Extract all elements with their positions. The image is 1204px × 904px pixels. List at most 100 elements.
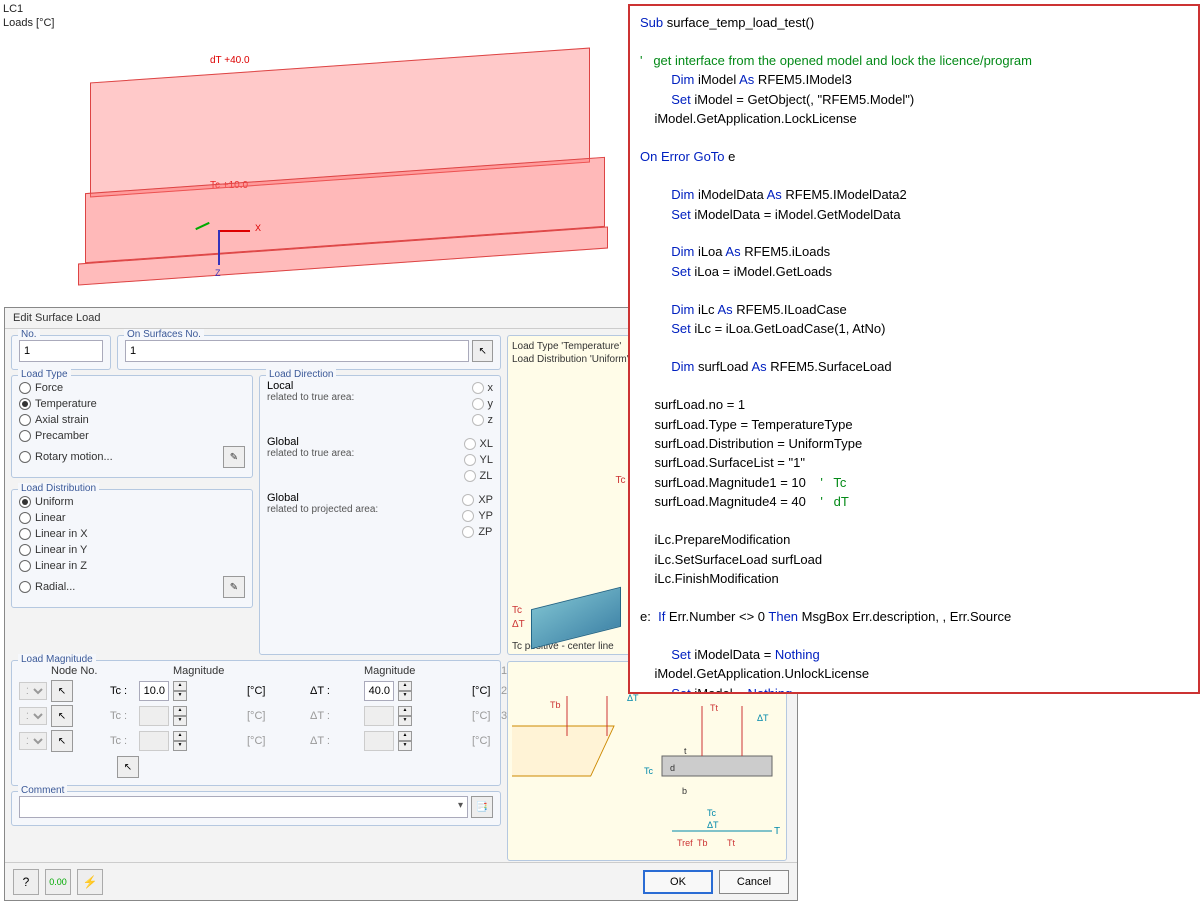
node1-dropdown[interactable]: 1 <box>19 682 47 700</box>
units-button[interactable]: 0.00 <box>45 869 71 895</box>
magnitude-header-2: Magnitude <box>364 665 497 677</box>
svg-text:ΔT: ΔT <box>757 713 769 723</box>
no-fieldset: No. <box>11 335 111 370</box>
tc-spinner-1[interactable]: ▲▼ <box>173 681 187 701</box>
ld-global-true-sublabel: related to true area: <box>267 448 354 459</box>
ld-global-xp[interactable]: XP <box>462 492 493 508</box>
tc-label-2: Tc : <box>110 710 135 722</box>
magnitude-pick-button[interactable]: ↖ <box>117 756 139 778</box>
ld-local-label: Local <box>267 380 354 392</box>
on-surfaces-legend: On Surfaces No. <box>124 329 204 340</box>
load-dist-linear-y[interactable]: Linear in Y <box>19 542 245 558</box>
node3-pick-button: ↖ <box>51 730 73 752</box>
tc-input-3 <box>139 731 169 751</box>
ld-local-sublabel: related to true area: <box>267 392 354 403</box>
svg-text:Tb: Tb <box>697 838 708 848</box>
load-direction-fieldset: Load Direction Local related to true are… <box>259 375 501 655</box>
axis-x <box>220 230 250 232</box>
svg-text:Tt: Tt <box>727 838 735 848</box>
on-surfaces-fieldset: On Surfaces No. ↖ <box>117 335 501 370</box>
dt-unit-1: [°C] <box>472 685 497 697</box>
load-dist-uniform[interactable]: Uniform <box>19 494 245 510</box>
svg-text:ΔT: ΔT <box>627 693 639 703</box>
dt-spinner-2: ▲▼ <box>398 706 412 726</box>
ld-global-true-label: Global <box>267 436 354 448</box>
svg-text:Tb: Tb <box>550 700 561 710</box>
load-distribution-fieldset: Load Distribution Uniform Linear Linear … <box>11 489 253 608</box>
load-type-force[interactable]: Force <box>19 380 245 396</box>
tc-label-1: Tc : <box>110 685 135 697</box>
ld-global-xl[interactable]: XL <box>464 436 493 452</box>
tc-spinner-3: ▲▼ <box>173 731 187 751</box>
ld-global-proj-label: Global <box>267 492 378 504</box>
comment-fieldset: Comment 📑 <box>11 791 501 826</box>
magnitude-header-1: Magnitude <box>173 665 306 677</box>
no-input[interactable] <box>19 340 103 362</box>
preview-title-line1: Load Type 'Temperature' <box>512 341 621 352</box>
extra-button[interactable]: ⚡ <box>77 869 103 895</box>
tc-input-1[interactable] <box>139 681 169 701</box>
svg-text:b: b <box>682 786 687 796</box>
tc-input-2 <box>139 706 169 726</box>
tc-unit-1: [°C] <box>247 685 272 697</box>
svg-text:Tt: Tt <box>710 703 718 713</box>
load-dist-linear[interactable]: Linear <box>19 510 245 526</box>
ld-local-x[interactable]: x <box>472 380 494 396</box>
svg-text:Tc: Tc <box>644 766 654 776</box>
axis-z <box>218 230 220 265</box>
ld-global-yl[interactable]: YL <box>464 452 493 468</box>
dialog-footer: ? 0.00 ⚡ OK Cancel <box>5 862 797 900</box>
load-type-legend: Load Type <box>18 369 71 380</box>
comment-library-button[interactable]: 📑 <box>471 796 493 818</box>
on-surfaces-input[interactable] <box>125 340 469 362</box>
node1-pick-button[interactable]: ↖ <box>51 680 73 702</box>
node2-dropdown: 1 <box>19 707 47 725</box>
comment-legend: Comment <box>18 785 67 796</box>
help-button[interactable]: ? <box>13 869 39 895</box>
ld-global-zl[interactable]: ZL <box>464 468 493 484</box>
tc-unit-2: [°C] <box>247 710 272 722</box>
ld-local-y[interactable]: y <box>472 396 494 412</box>
dt-unit-3: [°C] <box>472 735 497 747</box>
lc-label: LC1 <box>3 3 23 15</box>
load-type-temperature[interactable]: Temperature <box>19 396 245 412</box>
load-type-axial-strain[interactable]: Axial strain <box>19 412 245 428</box>
load-type-precamber[interactable]: Precamber <box>19 428 245 444</box>
axis-z-label: Z <box>215 268 221 278</box>
load-dist-radial[interactable]: Radial...✎ <box>19 574 245 600</box>
tc-unit-3: [°C] <box>247 735 272 747</box>
dt-label-3: ΔT : <box>310 735 360 747</box>
dt-spinner-3: ▲▼ <box>398 731 412 751</box>
svg-text:ΔT: ΔT <box>707 820 719 830</box>
dt-spinner-1[interactable]: ▲▼ <box>398 681 412 701</box>
load-magnitude-legend: Load Magnitude <box>18 654 96 665</box>
ld-local-z[interactable]: z <box>472 412 494 428</box>
pick-surfaces-button[interactable]: ↖ <box>472 340 493 362</box>
load-type-rotary-motion[interactable]: Rotary motion...✎ <box>19 444 245 470</box>
node2-pick-button: ↖ <box>51 705 73 727</box>
dt-label-1: ΔT : <box>310 685 360 697</box>
dt-input-1[interactable] <box>364 681 394 701</box>
load-dist-linear-x[interactable]: Linear in X <box>19 526 245 542</box>
ld-global-yp[interactable]: YP <box>462 508 493 524</box>
rotary-motion-edit-button[interactable]: ✎ <box>223 446 245 468</box>
node3-dropdown: 1 <box>19 732 47 750</box>
dt-input-3 <box>364 731 394 751</box>
ok-button[interactable]: OK <box>643 870 713 894</box>
load-direction-legend: Load Direction <box>266 369 336 380</box>
comment-combobox[interactable] <box>19 796 468 818</box>
tc-label-3: Tc : <box>110 735 135 747</box>
dt-label-2: ΔT : <box>310 710 360 722</box>
svg-text:Tref: Tref <box>677 838 693 848</box>
dt-input-2 <box>364 706 394 726</box>
node-no-header: Node No. <box>51 665 135 677</box>
preview-title-line2: Load Distribution 'Uniform' <box>512 354 629 365</box>
svg-text:d: d <box>670 763 675 773</box>
cancel-button[interactable]: Cancel <box>719 870 789 894</box>
dt-annotation: dT +40.0 <box>210 55 250 66</box>
load-dist-linear-z[interactable]: Linear in Z <box>19 558 245 574</box>
axis-x-label: X <box>255 223 261 233</box>
svg-text:t: t <box>684 746 687 756</box>
ld-global-zp[interactable]: ZP <box>462 524 493 540</box>
radial-edit-button[interactable]: ✎ <box>223 576 245 598</box>
